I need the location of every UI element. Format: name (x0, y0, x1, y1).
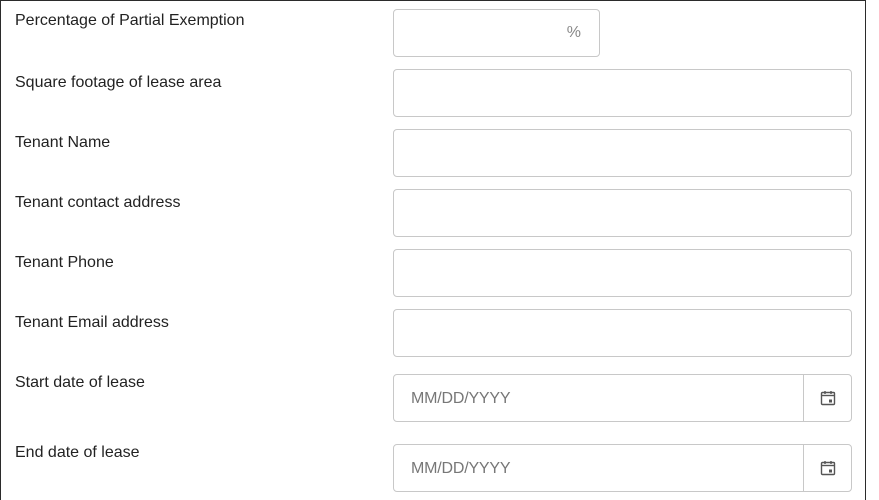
end-date-input[interactable]: MM/DD/YYYY (394, 445, 803, 491)
start-date-input[interactable]: MM/DD/YYYY (394, 375, 803, 421)
lease-form-panel: Percentage of Partial Exemption % Square… (0, 0, 866, 500)
end-date-field: MM/DD/YYYY (393, 444, 852, 492)
tenant-phone-label: Tenant Phone (15, 254, 114, 271)
tenant-email-input[interactable] (393, 309, 852, 357)
tenant-email-label: Tenant Email address (15, 314, 169, 331)
end-date-calendar-button[interactable] (803, 445, 851, 491)
end-date-placeholder: MM/DD/YYYY (411, 460, 511, 477)
square-footage-label: Square footage of lease area (15, 74, 222, 91)
calendar-icon (820, 461, 835, 476)
tenant-contact-address-input[interactable] (393, 189, 852, 237)
percentage-exemption-label: Percentage of Partial Exemption (15, 12, 245, 29)
start-date-field: MM/DD/YYYY (393, 374, 852, 422)
percentage-exemption-input[interactable]: % (393, 9, 600, 57)
square-footage-input[interactable] (393, 69, 852, 117)
start-date-label: Start date of lease (15, 374, 145, 391)
tenant-phone-input[interactable] (393, 249, 852, 297)
end-date-label: End date of lease (15, 444, 140, 461)
start-date-placeholder: MM/DD/YYYY (411, 390, 511, 407)
start-date-calendar-button[interactable] (803, 375, 851, 421)
tenant-name-label: Tenant Name (15, 134, 111, 151)
tenant-contact-address-label: Tenant contact address (15, 194, 181, 211)
calendar-icon (820, 391, 835, 406)
tenant-name-input[interactable] (393, 129, 852, 177)
percent-suffix: % (566, 24, 581, 41)
